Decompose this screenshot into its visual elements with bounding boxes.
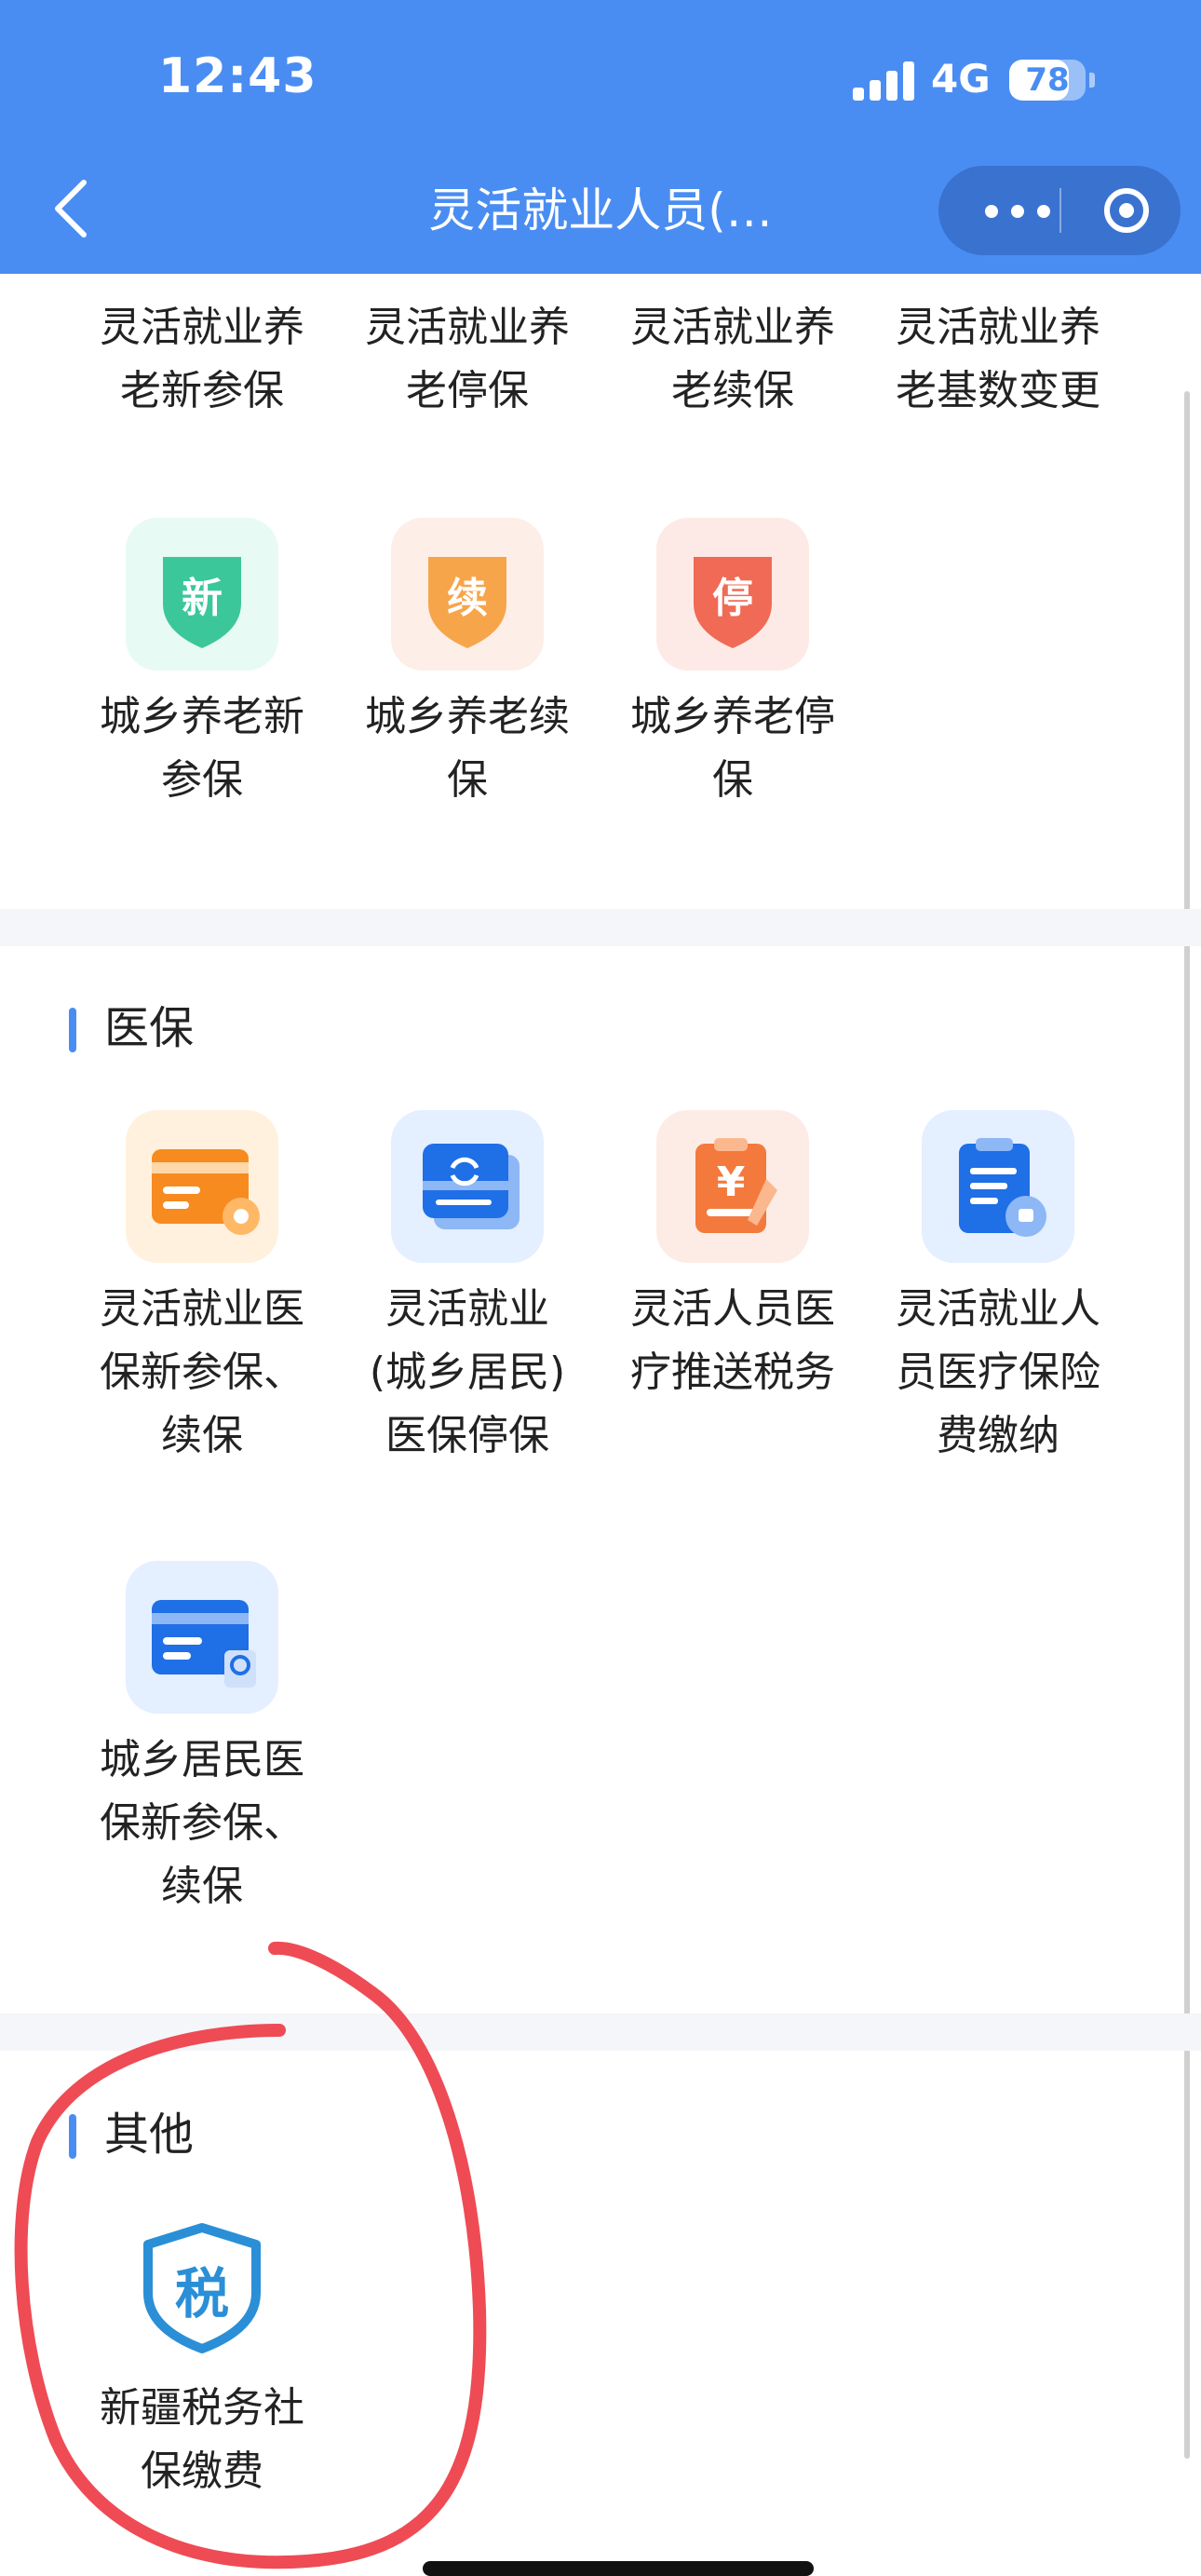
mini-program-capsule <box>938 166 1181 255</box>
medical-item[interactable]: 灵活就业医 保新参保、 续保 <box>70 1110 334 1468</box>
pension-item-continue[interactable]: 续 城乡养老续 保 <box>335 518 600 812</box>
page-title: 灵活就业人员(… <box>428 183 773 237</box>
item-label: 城乡养老续 保 <box>365 693 570 804</box>
tile-bg <box>922 1110 1074 1263</box>
item-label: 灵活人员医 疗推送税务 <box>630 1285 835 1396</box>
section-accent-bar <box>69 2114 76 2159</box>
tile-bg <box>126 1110 278 1263</box>
tile-bg: 停 <box>656 518 809 671</box>
item-label: 城乡养老停 保 <box>630 693 835 804</box>
tile-bg: 新 <box>126 518 278 671</box>
shield-text: 新 <box>182 575 223 622</box>
tile-bg: 续 <box>391 518 544 671</box>
shield-text: 续 <box>447 575 488 622</box>
section-divider <box>0 909 1201 946</box>
tile-bg <box>391 1110 544 1263</box>
section-title: 其他 <box>104 2108 195 2161</box>
more-button[interactable] <box>976 166 1059 255</box>
pension-top-item[interactable]: 灵活就业养 老基数变更 <box>866 296 1130 423</box>
pension-top-item[interactable]: 灵活就业养 老续保 <box>600 296 865 423</box>
target-circle-icon <box>1104 188 1149 233</box>
network-type: 4G <box>931 56 991 102</box>
card-refresh-icon <box>423 1144 520 1229</box>
battery-tip <box>1089 73 1095 88</box>
item-label: 新疆税务社 保缴费 <box>100 2384 304 2495</box>
pension-top-item[interactable]: 灵活就业养 老新参保 <box>70 296 334 423</box>
medical-item[interactable]: 城乡居民医 保新参保、 续保 <box>70 1561 334 1918</box>
section-accent-bar <box>69 1008 76 1052</box>
pension-item-new[interactable]: 新 城乡养老新 参保 <box>70 518 334 812</box>
home-indicator <box>423 2561 814 2576</box>
battery-level: 78 <box>1025 61 1070 99</box>
tile-bg <box>126 1561 278 1714</box>
tile-bg: ¥ <box>656 1110 809 1263</box>
svg-text:¥: ¥ <box>717 1159 746 1206</box>
item-label: 城乡居民医 保新参保、 续保 <box>100 1736 304 1910</box>
close-button[interactable] <box>1102 186 1151 235</box>
section-divider <box>0 2013 1201 2051</box>
battery-icon: 78 <box>1009 60 1086 101</box>
status-time: 12:43 <box>158 48 317 104</box>
item-label: 城乡养老新 参保 <box>100 693 304 804</box>
scrollbar[interactable] <box>1184 391 1190 2459</box>
card-gear-icon <box>152 1149 260 1235</box>
medical-item[interactable]: 灵活就业 (城乡居民) 医保停保 <box>335 1110 600 1468</box>
item-label: 灵活就业人 员医疗保险 费缴纳 <box>896 1285 1100 1459</box>
medical-item[interactable]: ¥ 灵活人员医 疗推送税务 <box>600 1110 865 1404</box>
clipboard-yuan-icon: ¥ <box>695 1138 777 1233</box>
top-header: 12:43 4G 78 灵活就业人员(… <box>0 0 1201 274</box>
tile-bg: 税 <box>126 2209 278 2362</box>
section-title: 医保 <box>104 1002 195 1054</box>
shield-text: 停 <box>712 575 753 622</box>
tax-icon-text: 税 <box>174 2262 229 2325</box>
card-search-icon <box>152 1600 256 1688</box>
capsule-divider <box>1059 188 1061 233</box>
pension-top-item[interactable]: 灵活就业养 老停保 <box>335 296 600 423</box>
pension-item-stop[interactable]: 停 城乡养老停 保 <box>600 518 865 812</box>
medical-item[interactable]: 灵活就业人 员医疗保险 费缴纳 <box>866 1110 1130 1468</box>
tax-payment-item[interactable]: 税 新疆税务社 保缴费 <box>70 2209 334 2503</box>
back-button[interactable] <box>45 171 101 246</box>
signal-icon <box>853 61 918 101</box>
chevron-left-icon <box>55 180 87 237</box>
clipboard-stamp-icon <box>959 1138 1046 1237</box>
item-label: 灵活就业医 保新参保、 续保 <box>100 1285 304 1459</box>
item-label: 灵活就业 (城乡居民) 医保停保 <box>369 1285 566 1459</box>
